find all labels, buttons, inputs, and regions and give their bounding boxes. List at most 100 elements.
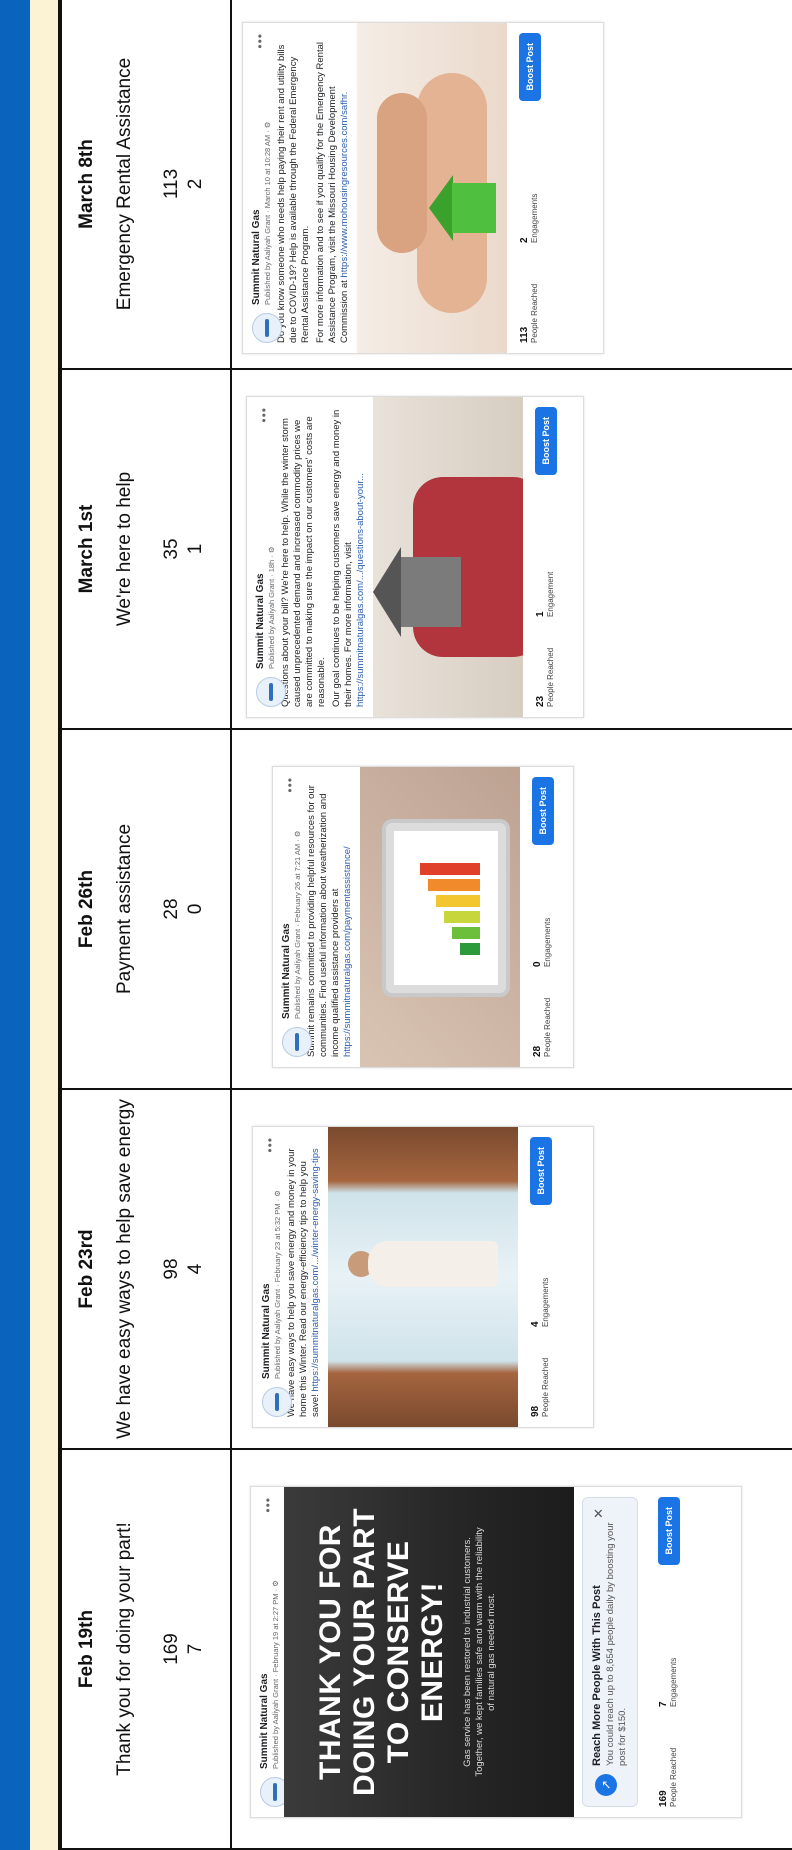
people-reached-stat: 98 People Reached — [530, 1357, 550, 1417]
more-options-icon[interactable]: ••• — [283, 777, 297, 793]
more-options-icon[interactable]: ••• — [261, 1497, 275, 1513]
house-illustration — [401, 557, 461, 627]
close-icon[interactable]: ✕ — [591, 1508, 607, 1519]
header-cell: Feb 26th Payment assistance 28 0 — [61, 729, 231, 1089]
post-title: Payment assistance — [114, 823, 135, 995]
people-reached-stat: 28 People Reached — [532, 997, 552, 1057]
engagement-count: 7 — [185, 1643, 206, 1655]
report-table-rotated: Feb 19th Thank you for doing your part! … — [60, 0, 792, 1850]
page-name[interactable]: Summit Natural Gas — [261, 1137, 272, 1379]
post-cell: Summit Natural Gas Published by Aaliyah … — [231, 369, 792, 729]
header-cell: Feb 23rd We have easy ways to help save … — [61, 1089, 231, 1449]
more-options-icon[interactable]: ••• — [253, 33, 267, 49]
people-reached-stat: 169 People Reached — [658, 1747, 678, 1807]
engagement-count: 2 — [185, 178, 206, 190]
header-cell: Feb 19th Thank you for doing your part! … — [61, 1449, 231, 1849]
boost-post-button[interactable]: Boost Post — [530, 1137, 552, 1205]
engagements-stat: 1 Engagement — [535, 571, 555, 617]
post-link[interactable]: https://summitnaturalgas.com/paymentassi… — [342, 846, 353, 1057]
engagements-stat: 7 Engagements — [658, 1657, 678, 1707]
post-date: Feb 19th — [76, 1609, 97, 1689]
post-text: Questions about your bill? We're here to… — [280, 409, 366, 707]
image-subtext: Gas service has been restored to industr… — [462, 1527, 497, 1777]
post-stats: 28 People Reached 0 Engagements Boost Post — [520, 767, 574, 1067]
post-link[interactable]: https://www.mohousingresources.com/safhr… — [339, 92, 350, 278]
post-link[interactable]: https://summitnaturalgas.com/.../questio… — [355, 473, 366, 707]
post-image[interactable]: THANK YOU FOR DOING YOUR PART TO CONSERV… — [284, 1487, 574, 1817]
page-avatar[interactable] — [262, 1387, 292, 1417]
post-title: We have easy ways to help save energy — [114, 1099, 135, 1439]
engagements-stat: 0 Engagements — [532, 917, 552, 967]
post-cell: Summit Natural Gas Published by Aaliyah … — [231, 0, 792, 369]
page-name[interactable]: Summit Natural Gas — [255, 407, 266, 669]
post-cell: Summit Natural Gas Published by Aaliyah … — [231, 1449, 792, 1849]
boost-post-button[interactable]: Boost Post — [532, 777, 554, 845]
header-cell: March 8th Emergency Rental Assistance 11… — [61, 0, 231, 369]
left-cream-stripe — [30, 0, 60, 1850]
person-figure — [368, 1241, 498, 1287]
reach-more-panel: ↗ Reach More People With This Post You c… — [582, 1497, 638, 1807]
post-byline: Published by Aaliyah Grant · 18h · ⚙ — [267, 546, 276, 669]
post-title: We're here to help — [114, 471, 135, 627]
post-date: Feb 26th — [76, 869, 97, 949]
reach-body: You could reach up to 8,654 people daily… — [605, 1522, 628, 1766]
post-title: Thank you for doing your part! — [114, 1522, 135, 1776]
page-name[interactable]: Summit Natural Gas — [251, 33, 262, 305]
post-image[interactable] — [328, 1127, 518, 1427]
header-cell: March 1st We're here to help 35 1 — [61, 369, 231, 729]
engagements-stat: 4 Engagements — [530, 1277, 550, 1327]
people-reached-stat: 113 People Reached — [519, 283, 539, 343]
post-stats: 98 People Reached 4 Engagements Boost Post — [518, 1127, 574, 1427]
trend-up-icon: ↗ — [595, 1774, 617, 1796]
post-byline: Published by Aaliyah Grant · February 23… — [273, 1190, 282, 1379]
post-byline: Published by Aaliyah Grant · March 10 at… — [263, 121, 272, 305]
image-headline: THANK YOU FOR DOING YOUR PART TO CONSERV… — [314, 1507, 449, 1797]
people-reached-stat: 23 People Reached — [535, 647, 555, 707]
boost-post-button[interactable]: Boost Post — [519, 33, 541, 101]
facebook-post-card: Summit Natural Gas Published by Aaliyah … — [252, 1126, 594, 1428]
post-link[interactable]: https://summitnaturalgas.com/.../winter-… — [310, 1148, 321, 1391]
post-cell: Summit Natural Gas Published by Aaliyah … — [231, 1089, 792, 1449]
post-stats: 23 People Reached 1 Engagement Boost Post — [523, 397, 579, 717]
reached-count: 28 — [161, 898, 182, 920]
post-stats: 169 People Reached 7 Engagements Boost Pos… — [646, 1487, 702, 1817]
post-date: Feb 23rd — [76, 1229, 97, 1309]
page-avatar[interactable] — [256, 677, 286, 707]
page-name[interactable]: Summit Natural Gas — [259, 1497, 270, 1769]
post-text: We have easy ways to help you save energ… — [286, 1148, 321, 1417]
house-roof-illustration — [373, 547, 401, 637]
page-avatar[interactable] — [282, 1027, 312, 1057]
engagement-count: 0 — [185, 903, 206, 915]
page-name[interactable]: Summit Natural Gas — [281, 777, 292, 1019]
more-options-icon[interactable]: ••• — [257, 407, 271, 423]
engagements-stat: 2 Engagements — [519, 193, 539, 243]
post-title: Emergency Rental Assistance — [114, 57, 135, 311]
facebook-post-card: Summit Natural Gas Published by Aaliyah … — [272, 766, 574, 1068]
post-byline: Published by Aaliyah Grant · February 19… — [271, 1580, 280, 1769]
boost-post-button[interactable]: Boost Post — [535, 407, 557, 475]
post-byline: Published by Aaliyah Grant · February 26… — [293, 830, 302, 1020]
reached-count: 113 — [161, 168, 182, 200]
facebook-post-card: Summit Natural Gas Published by Aaliyah … — [246, 396, 584, 718]
more-options-icon[interactable]: ••• — [263, 1137, 277, 1153]
reached-count: 169 — [161, 1633, 182, 1665]
boost-post-button[interactable]: Boost Post — [658, 1497, 680, 1565]
post-cell: Summit Natural Gas Published by Aaliyah … — [231, 729, 792, 1089]
post-text: Summit remains committed to providing he… — [306, 785, 353, 1057]
post-stats: 113 People Reached 2 Engagements Boost Pos… — [507, 23, 563, 353]
post-image[interactable] — [360, 767, 520, 1067]
post-image[interactable] — [357, 23, 507, 353]
post-image[interactable] — [373, 397, 523, 717]
engagement-count: 1 — [185, 543, 206, 555]
facebook-post-card: Summit Natural Gas Published by Aaliyah … — [242, 22, 604, 354]
left-blue-stripe — [0, 0, 30, 1850]
page-avatar[interactable] — [252, 313, 282, 343]
reached-count: 35 — [161, 538, 182, 560]
facebook-post-card: Summit Natural Gas Published by Aaliyah … — [250, 1486, 742, 1818]
tablet-illustration — [382, 819, 510, 997]
reach-title: Reach More People With This Post — [591, 1585, 603, 1766]
house-roof-illustration — [429, 175, 453, 241]
post-text: Do you know someone who needs help payin… — [276, 42, 350, 343]
hands-illustration — [377, 93, 427, 253]
post-date: March 1st — [76, 504, 97, 594]
